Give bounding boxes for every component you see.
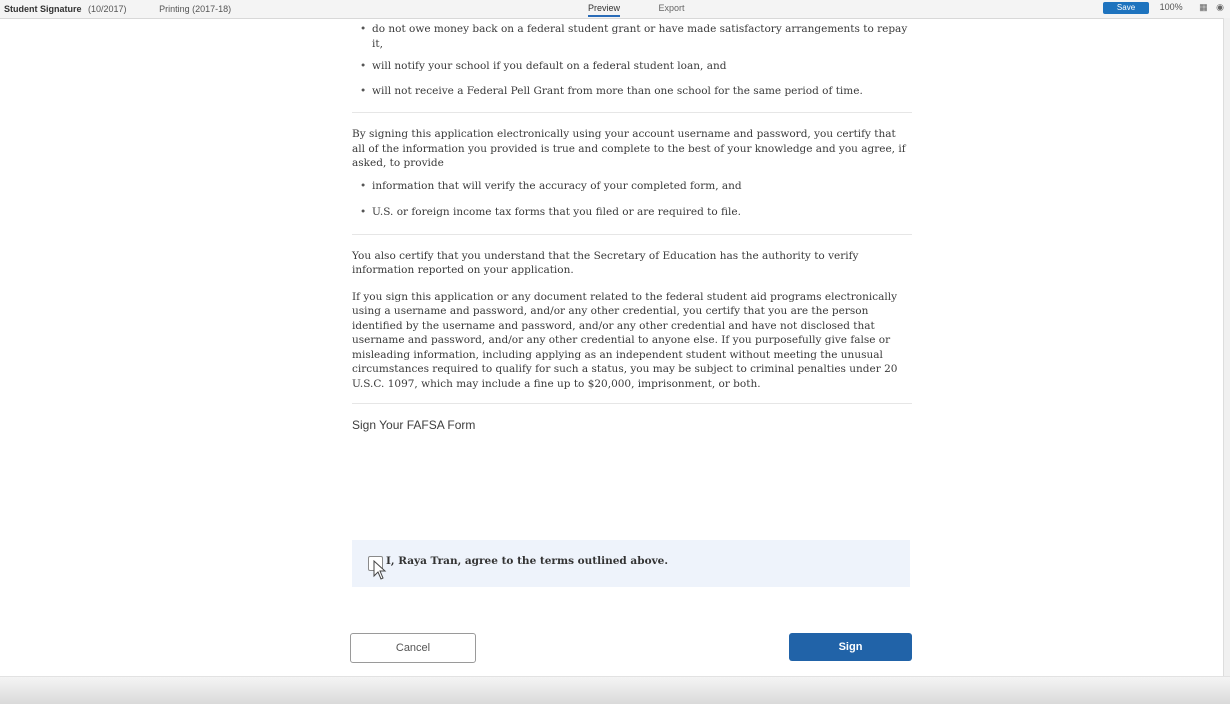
zoom-dropdown[interactable]: 100% xyxy=(1160,2,1183,12)
list-item: will notify your school if you default o… xyxy=(352,59,912,74)
signature-terms: do not owe money back on a federal stude… xyxy=(352,18,912,433)
bottom-frame xyxy=(0,676,1230,704)
toolbar-left: Student Signature (10/2017) Printing (20… xyxy=(4,4,261,14)
cancel-button[interactable]: Cancel xyxy=(350,633,476,663)
agreement-panel: I, Raya Tran, agree to the terms outline… xyxy=(352,540,910,587)
sign-form-heading: Sign Your FAFSA Form xyxy=(352,418,476,432)
window-edge xyxy=(1223,18,1230,703)
list-item: U.S. or foreign income tax forms that yo… xyxy=(352,205,912,220)
bullet-list-mid: information that will verify the accurac… xyxy=(352,179,912,220)
section-dropdown[interactable]: Printing (2017-18) xyxy=(159,4,231,14)
divider xyxy=(352,233,912,235)
credential-paragraph: If you sign this application or any docu… xyxy=(352,290,898,390)
tab-export[interactable]: Export xyxy=(659,3,685,15)
agree-label[interactable]: I, Raya Tran, agree to the terms outline… xyxy=(386,555,668,567)
mouse-cursor-icon xyxy=(373,560,387,580)
document-subtitle: (10/2017) xyxy=(88,4,127,14)
divider xyxy=(352,403,912,404)
save-button[interactable]: Save xyxy=(1103,2,1150,14)
list-item: will not receive a Federal Pell Grant fr… xyxy=(352,84,912,99)
sign-button[interactable]: Sign xyxy=(789,633,912,661)
secretary-paragraph: You also certify that you understand tha… xyxy=(352,249,859,277)
certify-paragraph: By signing this application electronical… xyxy=(352,128,906,169)
app-toolbar: Student Signature (10/2017) Printing (20… xyxy=(0,0,1230,19)
list-item: do not owe money back on a federal stude… xyxy=(352,22,912,51)
document-title: Student Signature xyxy=(4,4,82,14)
toolbar-right: Save 100% ▦ ◉ xyxy=(1103,2,1224,14)
grid-icon[interactable]: ▦ xyxy=(1199,2,1208,13)
tab-preview[interactable]: Preview xyxy=(588,3,621,17)
toolbar-tabs: Preview Export xyxy=(588,3,721,17)
bullet-list-top: do not owe money back on a federal stude… xyxy=(352,22,912,98)
list-item: information that will verify the accurac… xyxy=(352,179,912,194)
user-icon[interactable]: ◉ xyxy=(1216,2,1224,13)
divider xyxy=(352,112,912,113)
